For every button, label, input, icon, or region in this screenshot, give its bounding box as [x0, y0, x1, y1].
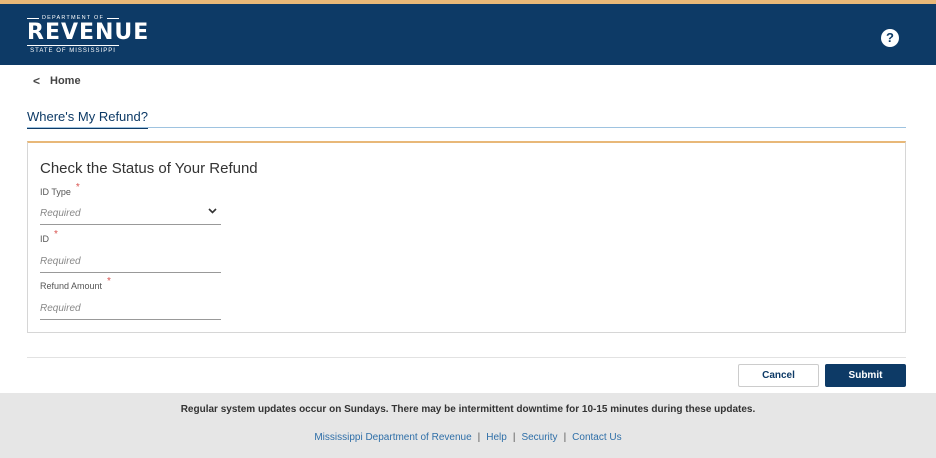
footer-link-dor[interactable]: Mississippi Department of Revenue: [314, 432, 471, 443]
refund-amount-label-text: Refund Amount: [40, 281, 103, 291]
title-underline: [27, 127, 906, 128]
refund-amount-label: Refund Amount *: [40, 276, 111, 292]
id-type-placeholder: Required: [40, 208, 81, 219]
footer-link-security[interactable]: Security: [521, 432, 557, 443]
dor-logo[interactable]: DEPARTMENT OF REVENUE STATE OF MISSISSIP…: [27, 15, 150, 55]
refund-amount-placeholder: Required: [40, 303, 81, 314]
id-type-select[interactable]: Required: [40, 207, 221, 225]
footer-link-contact[interactable]: Contact Us: [572, 432, 621, 443]
footer-separator: |: [477, 432, 481, 443]
id-input[interactable]: Required: [40, 255, 221, 273]
actions-divider: [27, 357, 906, 358]
required-marker: *: [54, 229, 58, 240]
chevron-left-icon[interactable]: <: [33, 74, 40, 88]
logo-main-text: REVENUE: [27, 20, 150, 45]
footer-link-help[interactable]: Help: [486, 432, 507, 443]
required-marker: *: [107, 276, 111, 287]
page-title: Where's My Refund?: [27, 109, 148, 129]
id-type-label: ID Type *: [40, 182, 80, 198]
card-title: Check the Status of Your Refund: [40, 160, 258, 177]
cancel-button[interactable]: Cancel: [738, 364, 819, 387]
logo-bottom-text: STATE OF MISSISSIPPI: [27, 45, 119, 55]
footer-links: Mississippi Department of Revenue | Help | S…: [0, 432, 936, 443]
footer-separator: |: [563, 432, 567, 443]
breadcrumb-home-link[interactable]: Home: [50, 75, 81, 87]
site-header: DEPARTMENT OF REVENUE STATE OF MISSISSIP…: [0, 4, 936, 65]
refund-amount-input[interactable]: Required: [40, 302, 221, 320]
id-label-text: ID: [40, 234, 49, 244]
logo-rule-left: [27, 18, 39, 19]
required-marker: *: [75, 182, 80, 193]
id-label: ID *: [40, 229, 58, 245]
site-footer: Regular system updates occur on Sundays.…: [0, 393, 936, 458]
footer-separator: |: [512, 432, 516, 443]
id-type-label-text: ID Type: [40, 187, 71, 197]
help-icon[interactable]: ?: [881, 29, 899, 47]
submit-button[interactable]: Submit: [825, 364, 906, 387]
id-placeholder: Required: [40, 256, 81, 267]
chevron-down-icon: [208, 205, 217, 219]
maintenance-notice: Regular system updates occur on Sundays.…: [180, 404, 756, 415]
refund-status-card: Check the Status of Your Refund ID Type *…: [27, 141, 906, 333]
breadcrumb: < Home: [33, 74, 81, 88]
logo-rule-right: [107, 18, 119, 19]
